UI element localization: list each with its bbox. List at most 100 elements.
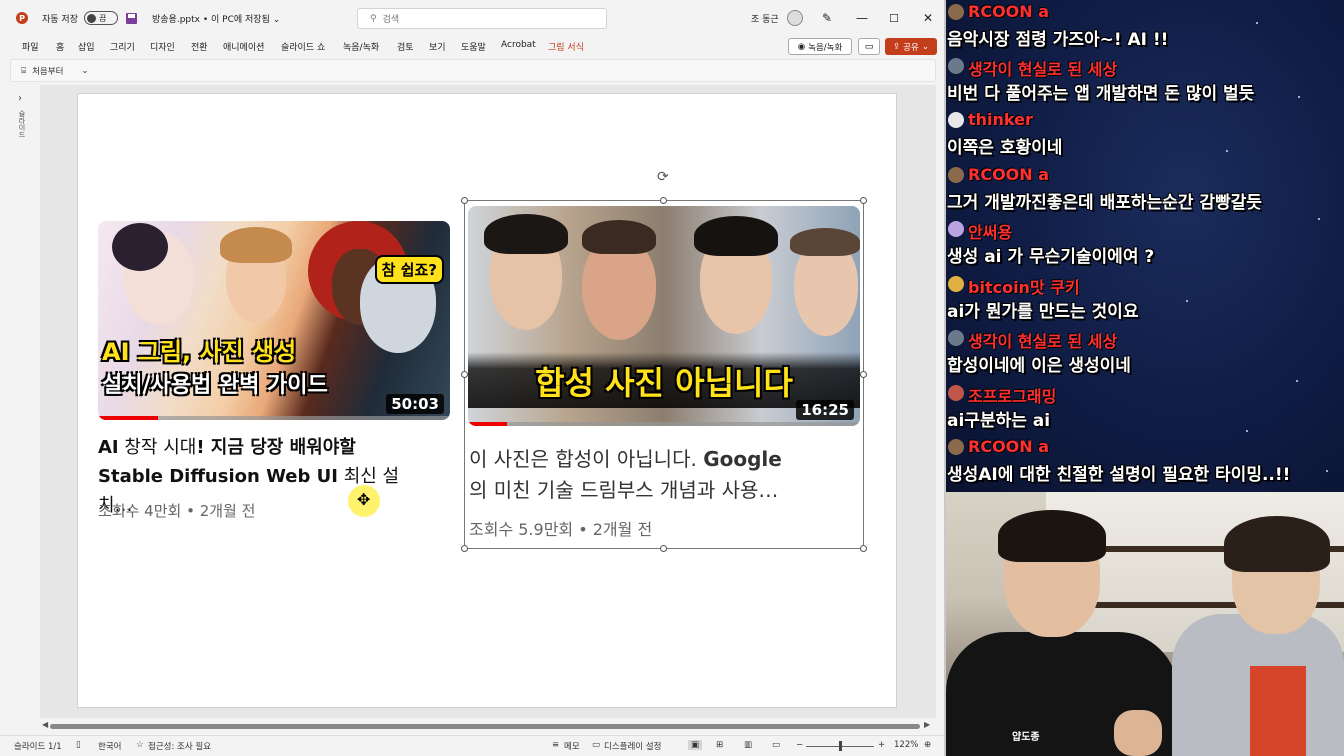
expand-chevron-icon[interactable]: › [18,93,22,104]
chat-username: 조프로그래밍 [968,387,1057,406]
tab-record[interactable]: 녹음/녹화 [343,40,379,53]
star [1298,96,1300,98]
tab-view[interactable]: 보기 [429,40,446,53]
tab-draw[interactable]: 그리기 [110,40,135,53]
accessibility-status[interactable]: 접근성: 조사 필요 [148,740,211,752]
chat-avatar-icon [948,167,964,183]
record-icon: ◉ [797,41,806,52]
thumbnail-badge: 참 쉽죠? [374,255,444,284]
tab-acrobat[interactable]: Acrobat [501,40,536,50]
chat-text: 그거 개발까진좋은데 배포하는순간 감빵갈듯 [947,193,1262,213]
accessibility-icon: ☆ [136,740,144,750]
resize-handle-e[interactable] [860,371,867,378]
person-hair [220,227,292,263]
star [1186,300,1188,302]
tab-design[interactable]: 디자인 [150,40,175,53]
tab-file[interactable]: 파일 [22,40,39,53]
resize-handle-n[interactable] [660,197,667,204]
chat-avatar-icon [948,112,964,128]
close-button[interactable]: ✕ [923,0,933,36]
reading-view-icon[interactable]: ▥ [744,740,752,750]
chevron-down-icon: ⌄ [921,41,929,52]
tab-insert[interactable]: 삽입 [78,40,95,53]
video1-meta: 조회수 4만회 • 2개월 전 [98,502,256,520]
tab-transitions[interactable]: 전환 [191,40,208,53]
autosave-toggle[interactable]: 끔 [84,0,118,36]
star [1246,430,1248,432]
spelling-icon[interactable]: ▯ [76,740,81,750]
document-title[interactable]: 방송용.pptx • 이 PC에 저장됨 ⌄ [152,0,280,36]
tab-slideshow[interactable]: 슬라이드 쇼 [281,40,325,53]
avatar[interactable] [787,0,803,36]
chat-text: 비번 다 풀어주는 앱 개발하면 돈 많이 벌듯 [947,84,1255,104]
fit-to-window-icon[interactable]: ⊕ [924,740,931,750]
save-icon[interactable] [126,0,137,36]
resize-handle-se[interactable] [860,545,867,552]
comment-button[interactable]: ▭ [858,38,880,55]
notes-icon: ≡ [552,740,560,750]
language-indicator[interactable]: 한국어 [98,740,121,752]
video1-thumbnail[interactable]: 참 쉽죠? AI 그림, 사진 생성 설치/사용법 완벽 가이드 50:03 [98,221,450,420]
record-button[interactable]: ◉ 녹음/녹화 [788,38,852,55]
chat-avatar-icon [948,385,964,401]
resize-handle-ne[interactable] [860,197,867,204]
streamer-right [1172,516,1344,756]
rotate-handle-icon[interactable]: ⟳ [657,169,669,185]
notes-button[interactable]: 메모 [564,740,580,752]
chat-avatar-icon [948,276,964,292]
resize-handle-sw[interactable] [461,545,468,552]
tab-review[interactable]: 검토 [397,40,414,53]
tab-animations[interactable]: 애니메이션 [223,40,264,53]
scroll-right-icon[interactable]: ▶ [924,720,930,729]
from-start-button[interactable]: 처음부터 [32,65,63,77]
share-icon: ⇪ [893,41,901,52]
horizontal-scrollbar[interactable]: ◀ ▶ [40,720,936,732]
tab-home[interactable]: 홈 [56,40,64,53]
chat-text: ai구분하는 ai [947,411,1051,431]
slide-counter: 슬라이드 1/1 [14,742,62,752]
scroll-left-icon[interactable]: ◀ [42,720,48,729]
star [1318,218,1320,220]
resize-handle-w[interactable] [461,371,468,378]
zoom-in-icon[interactable]: + [878,740,885,750]
chat-avatar-icon [948,4,964,20]
video-progress-bar [98,416,158,420]
display-settings-button[interactable]: 디스플레이 설정 [604,740,661,752]
zoom-slider-knob[interactable] [839,741,842,751]
chat-username: RCOON a [968,2,1050,21]
thumbnail-pane-label[interactable]: 슬라이드 [17,110,27,138]
maximize-button[interactable]: ☐ [889,0,899,36]
normal-view-icon[interactable]: ▣ [688,740,703,750]
shirt-logo: 얍도종 [1012,732,1040,743]
video-duration: 50:03 [386,394,444,414]
tab-picture-format[interactable]: 그림 서식 [548,40,584,53]
move-cursor-icon: ✥ [357,490,371,509]
slide-canvas[interactable]: 참 쉽죠? AI 그림, 사진 생성 설치/사용법 완벽 가이드 50:03 A… [77,93,897,708]
powerpoint-window: P 자동 저장 끔 방송용.pptx • 이 PC에 저장됨 ⌄ ⚲ 검색 조 동… [0,0,946,756]
customize-chevron-icon[interactable]: ⌄ [81,66,88,76]
selection-box[interactable] [464,200,864,549]
resize-handle-nw[interactable] [461,197,468,204]
stream-chat: RCOON a 음악시장 점령 가즈아~! AI !! 생각이 현실로 된 세상 비번… [946,0,1344,492]
chat-avatar-icon [948,58,964,74]
zoom-out-icon[interactable]: − [796,740,803,750]
search-placeholder: 검색 [382,15,400,25]
share-button[interactable]: ⇪ 공유 ⌄ [885,38,937,55]
star [1326,470,1328,472]
thumbnail-subheadline: 설치/사용법 완벽 가이드 [102,373,328,398]
search-input[interactable]: ⚲ 검색 [357,8,607,29]
scrollbar-thumb[interactable] [50,724,920,729]
resize-handle-s[interactable] [660,545,667,552]
hair [998,510,1106,562]
minimize-button[interactable]: — [856,0,868,36]
chat-username: RCOON a [968,165,1050,184]
slide-editor: 참 쉽죠? AI 그림, 사진 생성 설치/사용법 완벽 가이드 50:03 A… [40,85,936,718]
zoom-level[interactable]: 122% [894,740,918,750]
slide-sorter-icon[interactable]: ⊞ [716,740,723,750]
chat-avatar-icon [948,439,964,455]
tab-help[interactable]: 도움말 [461,40,486,53]
slideshow-start-icon[interactable]: ⌸ [21,66,26,76]
slideshow-view-icon[interactable]: ▭ [772,740,780,750]
user-name[interactable]: 조 동근 [751,0,779,36]
pen-icon[interactable]: ✎ [822,0,832,36]
